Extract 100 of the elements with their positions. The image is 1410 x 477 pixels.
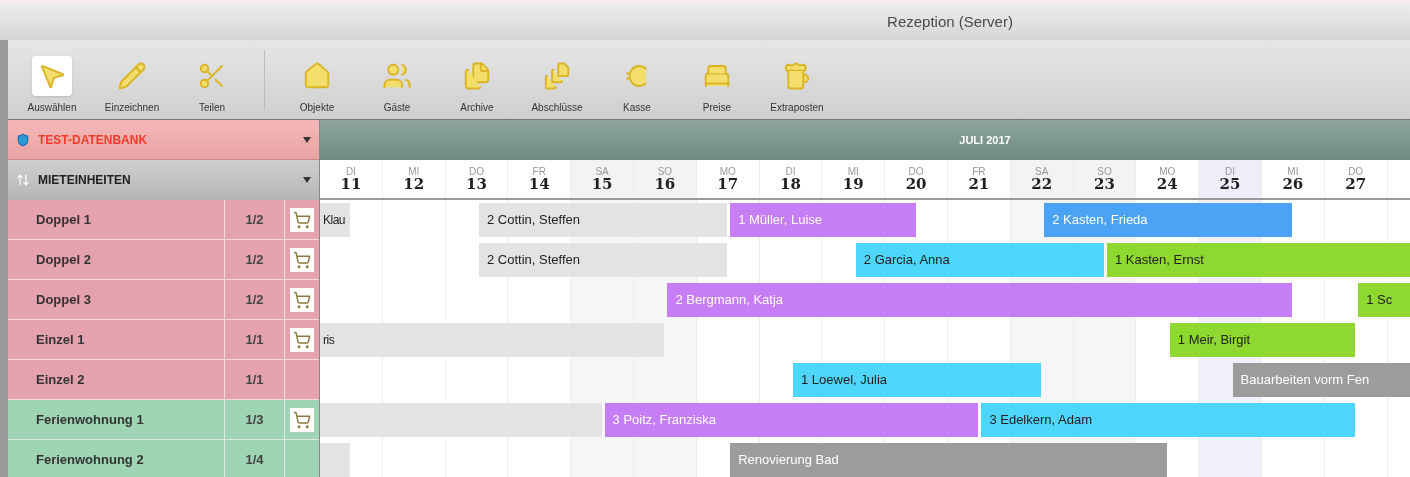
day-number: 15 [591,176,613,192]
unit-row[interactable]: Doppel 3 1/2 [8,280,319,320]
unit-count: 1/2 [225,280,285,319]
unit-name: Doppel 3 [8,280,225,319]
toolbar-button[interactable]: Teilen [172,49,252,119]
booking-bar[interactable]: 1 Sc [1358,283,1410,317]
booking-label: 1 Müller, Luise [738,211,822,230]
booking-label: Klau [323,212,346,229]
booking-label: 3 Edelkern, Adam [989,411,1092,430]
weekday-label: DO [469,166,484,177]
booking-label: 1 Loewel, Julia [801,371,887,390]
toolbar-button[interactable]: Kasse [597,49,677,119]
toolbar-button[interactable]: Archive [437,49,517,119]
mug-icon [782,61,812,91]
toolbar-button[interactable]: Auswählen [12,49,92,119]
booking-bar[interactable]: 2 Cottin, Steffen [479,243,728,277]
unit-count: 1/4 [225,440,285,477]
day-number: 21 [968,176,990,192]
booking-label: 1 Sc [1366,291,1393,310]
month-label: JULI 2017 [959,132,1011,148]
unit-count: 1/2 [225,200,285,239]
booking-label: 2 Cottin, Steffen [487,211,580,230]
day-number: 14 [528,176,550,192]
weekday-label: DO [908,166,924,177]
booking-bar[interactable]: 1 Kasten, Ernst [1107,243,1410,277]
unit-name: Doppel 1 [8,200,225,239]
booking-bar[interactable]: Klau [320,203,351,237]
documents-icon [542,61,572,91]
weekday-label: DI [345,166,356,177]
booking-label: Bauarbeiten vorm Fen [1240,371,1370,390]
weekday-label: DO [1348,166,1364,177]
weekday-label: MI [408,166,420,177]
booking-label: 1 Kasten, Ernst [1115,251,1204,270]
unit-count: 1/1 [225,320,285,359]
booking-bar[interactable]: 1 Meir, Birgit [1169,323,1356,357]
unit-row[interactable]: Ferienwohnung 2 1/4 [8,440,319,477]
weekday-label: MI [1287,166,1299,177]
unit-name: Ferienwohnung 2 [8,440,225,477]
weekday-label: FR [972,166,986,177]
booking-label: 2 Garcia, Anna [863,251,950,270]
weekday-label: SA [1035,166,1049,177]
unit-count: 1/2 [225,240,285,279]
booking-bar[interactable]: ris [320,323,665,357]
unit-name: Einzel 1 [8,320,225,359]
booking-label: 2 Bergmann, Katja [675,291,784,310]
weekday-label: MI [847,166,859,177]
unit-name: Ferienwohnung 1 [8,400,225,439]
day-number: 19 [842,176,864,192]
booking-bar[interactable]: 3 Edelkern, Adam [981,403,1356,437]
booking-bar[interactable]: 2 Cottin, Steffen [479,203,728,237]
weekday-label: SO [1097,166,1112,177]
toolbar-button[interactable]: Extraposten [757,49,837,119]
database-name: TEST-DATENBANK [38,131,149,149]
toolbar-button[interactable]: Einzeichnen [92,49,172,119]
weekday-label: SA [595,166,609,177]
list-header[interactable]: MIETEINHEITEN [8,160,319,200]
day-number: 24 [1156,176,1178,192]
unit-count: 1/1 [225,360,285,399]
toolbar-button[interactable]: Preise [677,49,757,119]
booking-label: 1 Meir, Birgit [1177,331,1251,350]
day-number: 11 [340,176,362,192]
day-number: 16 [654,176,676,192]
unit-count: 1/3 [225,400,285,439]
house-icon [302,61,332,91]
users-icon [382,61,412,91]
unit-row[interactable]: Ferienwohnung 1 1/3 [8,400,319,440]
day-number: 25 [1219,176,1241,192]
booking-label: 2 Cottin, Steffen [487,251,580,270]
day-number: 22 [1031,176,1053,192]
weekday-label: DI [1225,166,1236,177]
day-number: 17 [717,176,739,192]
unit-name: Doppel 2 [8,240,225,279]
day-number: 12 [403,176,425,192]
weekday-label: MO [1159,166,1176,177]
day-number: 20 [905,176,927,192]
unit-row[interactable]: Einzel 2 1/1 [8,360,319,400]
booking-bar[interactable]: 1 Loewel, Julia [793,363,1042,397]
unit-row[interactable]: Einzel 1 1/1 [8,320,319,360]
sort-icon [16,173,30,187]
booking-bar[interactable] [320,403,602,437]
weekday-label: MO [719,166,736,177]
dropdown-arrow-icon [303,136,311,143]
booking-label: 3 Poitz, Franziska [612,411,716,430]
toolbar-button[interactable]: Gäste [357,49,437,119]
booking-label: Renovierung Bad [738,451,839,470]
unit-row[interactable]: Doppel 1 1/2 [8,200,319,240]
toolbar-button[interactable]: Objekte [277,49,357,119]
weekday-label: DI [785,166,796,177]
booking-label: 2 Kasten, Frieda [1052,211,1148,230]
window-title: Rezeption (Server) [887,11,1013,32]
booking-bar[interactable]: 2 Garcia, Anna [855,243,1104,277]
pencil-icon [117,61,147,91]
day-number: 26 [1282,176,1304,192]
unit-row[interactable]: Doppel 2 1/2 [8,240,319,280]
weekday-label: FR [532,166,546,177]
weekday-label: SO [657,166,673,177]
day-number: 23 [1094,176,1115,192]
shield-icon [16,132,30,147]
toolbar-button[interactable]: Abschlüsse [517,49,597,119]
list-header-label: MIETEINHEITEN [38,172,132,189]
